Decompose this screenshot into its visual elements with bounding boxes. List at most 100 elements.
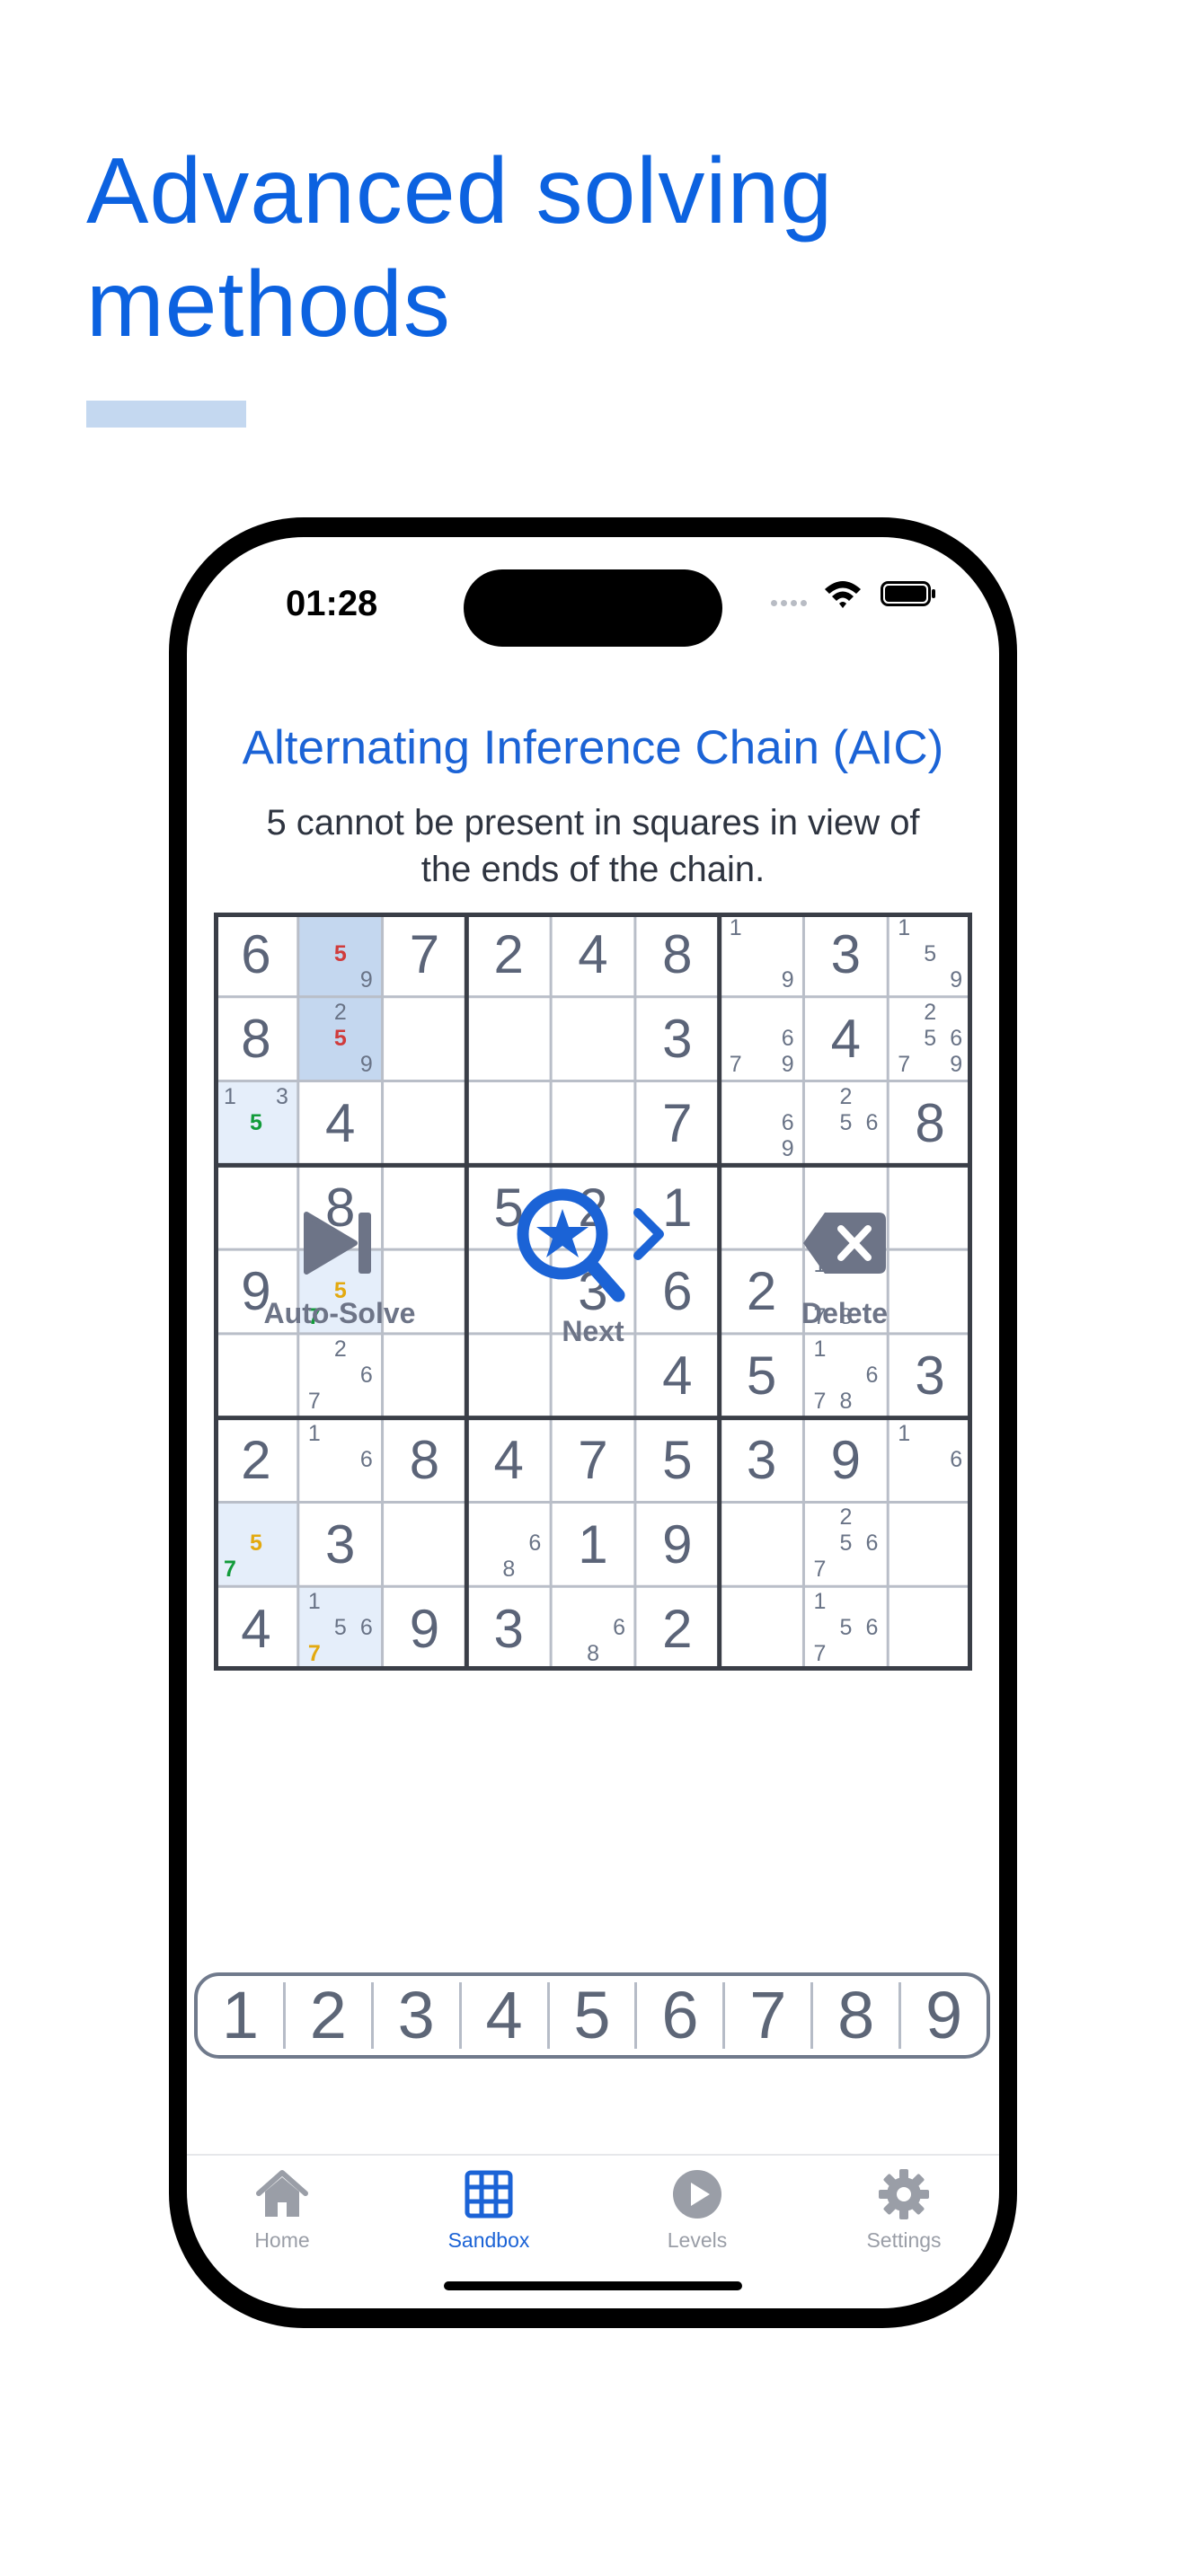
- board-cell-r3c6[interactable]: 7: [635, 1081, 720, 1166]
- tab-levels[interactable]: Levels: [616, 2168, 778, 2253]
- board-cell-r1c2[interactable]: 59: [297, 913, 383, 997]
- board-cell-r8c6[interactable]: 9: [635, 1502, 720, 1586]
- board-cell-r2c8[interactable]: 4: [803, 997, 888, 1081]
- board-cell-r8c5[interactable]: 1: [551, 1502, 635, 1586]
- board-cell-r3c3[interactable]: [383, 1081, 467, 1166]
- board-cell-r6c7[interactable]: 5: [720, 1334, 804, 1418]
- number-key-9[interactable]: 9: [901, 1982, 987, 2049]
- board-cell-r7c2[interactable]: 16: [298, 1418, 383, 1503]
- board-cell-r7c5[interactable]: 7: [551, 1418, 635, 1503]
- number-key-4[interactable]: 4: [462, 1982, 550, 2049]
- board-cell-r7c6[interactable]: 5: [635, 1418, 720, 1503]
- board-cell-r7c1[interactable]: 2: [214, 1418, 298, 1503]
- candidate-note: 9: [781, 1135, 794, 1161]
- board-cell-r7c7[interactable]: 3: [720, 1418, 804, 1503]
- board-cell-r1c8[interactable]: 3: [803, 913, 888, 997]
- tab-settings[interactable]: Settings: [823, 2168, 985, 2253]
- board-cell-r1c6[interactable]: 8: [635, 913, 720, 997]
- candidate-note: 1: [898, 1420, 911, 1446]
- board-cell-r2c7[interactable]: 6 7 9: [720, 997, 804, 1081]
- board-cell-r2c3[interactable]: [383, 997, 467, 1081]
- board-cell-r8c9[interactable]: [888, 1502, 972, 1586]
- board-cell-r3c4[interactable]: [466, 1081, 551, 1166]
- number-key-7[interactable]: 7: [725, 1982, 814, 2049]
- board-cell-r7c3[interactable]: 8: [383, 1418, 467, 1503]
- board-cell-r6c3[interactable]: [383, 1334, 467, 1418]
- cell-value: 9: [409, 1598, 440, 1659]
- number-key-1[interactable]: 1: [198, 1982, 286, 2049]
- board-cell-r3c1[interactable]: 1 35: [214, 1081, 298, 1166]
- board-cell-r1c9[interactable]: 159: [888, 913, 972, 997]
- board-cell-r7c9[interactable]: 16: [888, 1418, 972, 1503]
- board-cell-r2c2[interactable]: 259: [297, 996, 383, 1081]
- board-cell-r8c1[interactable]: 57: [214, 1502, 298, 1587]
- board-cell-r8c7[interactable]: [720, 1502, 804, 1586]
- board-cell-r2c6[interactable]: 3: [635, 997, 720, 1081]
- board-cell-r6c2[interactable]: 26 7: [298, 1334, 383, 1418]
- board-cell-r2c9[interactable]: 256 7 9: [888, 997, 972, 1081]
- board-cell-r9c1[interactable]: 4: [214, 1586, 298, 1671]
- board-cell-r3c8[interactable]: 256: [803, 1081, 888, 1166]
- candidate-note: 7: [307, 1641, 321, 1667]
- number-key-5[interactable]: 5: [550, 1982, 638, 2049]
- candidate-note: 9: [781, 967, 794, 992]
- number-key-8[interactable]: 8: [813, 1982, 902, 2049]
- candidate-note: 6: [950, 1025, 963, 1051]
- autosolve-label: Auto-Solve: [263, 1297, 416, 1329]
- board-cell-r9c6[interactable]: 2: [635, 1586, 720, 1671]
- board-cell-r8c3[interactable]: [383, 1502, 467, 1586]
- board-cell-r9c8[interactable]: 1567: [803, 1586, 888, 1671]
- board-cell-r6c1[interactable]: [214, 1334, 298, 1418]
- cell-value: 8: [662, 924, 693, 985]
- board-cell-r7c8[interactable]: 9: [803, 1418, 888, 1503]
- board-cell-r2c4[interactable]: [466, 997, 551, 1081]
- board-cell-r9c7[interactable]: [720, 1586, 804, 1671]
- board-cell-r9c9[interactable]: [888, 1586, 972, 1671]
- board-cell-r1c1[interactable]: 6: [214, 913, 298, 997]
- board-cell-r9c3[interactable]: 9: [383, 1586, 467, 1671]
- technique-title: Alternating Inference Chain (AIC): [242, 721, 944, 774]
- tab-home[interactable]: Home: [201, 2168, 363, 2253]
- candidate-note: 1: [307, 1420, 321, 1446]
- board-cell-r9c5[interactable]: 68: [551, 1586, 635, 1671]
- cell-value: 1: [578, 1513, 608, 1575]
- board-cell-r3c2[interactable]: 4: [298, 1081, 383, 1166]
- candidate-note: 6: [950, 1446, 963, 1472]
- number-key-6[interactable]: 6: [637, 1982, 726, 2049]
- tab-sandbox[interactable]: Sandbox: [408, 2168, 570, 2253]
- board-cell-r9c4[interactable]: 3: [466, 1586, 551, 1671]
- delete-button[interactable]: Delete: [755, 1209, 934, 1330]
- board-cell-r9c2[interactable]: 1567: [297, 1586, 383, 1671]
- cellular-signal-icon: [771, 595, 814, 606]
- board-cell-r3c5[interactable]: [551, 1081, 635, 1166]
- candidate-note: 9: [359, 1051, 373, 1077]
- board-cell-r7c4[interactable]: 4: [466, 1418, 551, 1503]
- number-key-2[interactable]: 2: [286, 1982, 374, 2049]
- board-cell-r8c8[interactable]: 256 7: [803, 1502, 888, 1586]
- next-button[interactable]: Next: [512, 1186, 674, 1348]
- board-cell-r1c4[interactable]: 2: [466, 913, 551, 997]
- cell-value: 2: [493, 924, 524, 985]
- board-cell-r3c7[interactable]: 69: [720, 1081, 804, 1166]
- autosolve-button[interactable]: Auto-Solve: [241, 1209, 438, 1330]
- candidate-note: 8: [839, 1388, 853, 1414]
- board-cell-r6c9[interactable]: 3: [888, 1334, 972, 1418]
- board-cell-r8c2[interactable]: 3: [298, 1502, 383, 1586]
- board-cell-r1c7[interactable]: 19: [720, 913, 804, 997]
- board-cell-r8c4[interactable]: 68: [466, 1502, 551, 1586]
- technique-description: 5 cannot be present in squares in view o…: [266, 803, 920, 889]
- board-cell-r3c9[interactable]: 8: [888, 1081, 972, 1166]
- delete-label: Delete: [801, 1297, 889, 1329]
- candidate-note: 7: [813, 1388, 827, 1414]
- candidate-note: 9: [359, 967, 373, 992]
- board-cell-r6c8[interactable]: 1678: [803, 1334, 888, 1418]
- board-cell-r2c5[interactable]: [551, 997, 635, 1081]
- magnifier-star-icon: [517, 1188, 664, 1302]
- number-key-3[interactable]: 3: [374, 1982, 462, 2049]
- board-cell-r2c1[interactable]: 8: [214, 997, 298, 1081]
- candidate-note: 5: [839, 1615, 853, 1641]
- cell-value: 9: [830, 1430, 861, 1491]
- board-cell-r1c3[interactable]: 7: [383, 913, 467, 997]
- board-cell-r1c5[interactable]: 4: [551, 913, 635, 997]
- cell-value: 7: [662, 1092, 693, 1153]
